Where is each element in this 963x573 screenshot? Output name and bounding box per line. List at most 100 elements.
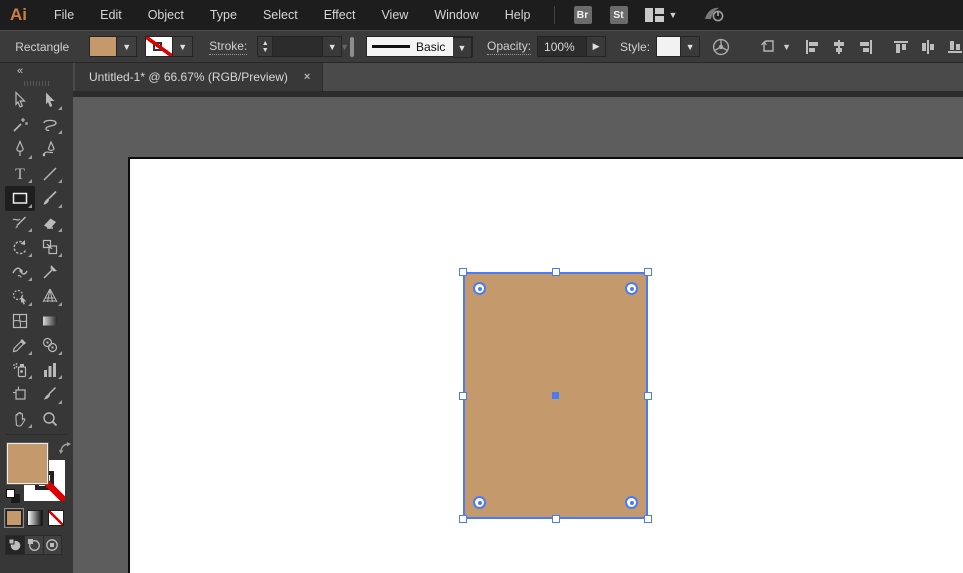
align-top-icon[interactable] [893, 39, 909, 55]
fill-color-dropdown[interactable]: ▼ [89, 36, 138, 57]
gpu-performance-button[interactable] [703, 5, 725, 26]
menu-file[interactable]: File [41, 0, 87, 30]
perspective-grid-tool-icon [42, 289, 58, 303]
handle-bottom-center[interactable] [551, 515, 560, 523]
paintbrush-tool[interactable] [35, 186, 65, 211]
handle-middle-left[interactable] [459, 391, 467, 400]
style-dropdown[interactable]: ▼ [656, 36, 701, 57]
handle-middle-right[interactable] [644, 391, 652, 400]
menu-type[interactable]: Type [197, 0, 250, 30]
lasso-tool[interactable] [35, 113, 65, 138]
magic-wand-tool[interactable] [5, 113, 35, 138]
handle-bottom-right[interactable] [644, 515, 652, 523]
document-tab-title: Untitled-1* @ 66.67% (RGB/Preview) [89, 70, 288, 84]
svg-text:T: T [15, 166, 25, 183]
symbol-sprayer-tool[interactable] [5, 358, 35, 383]
column-graph-tool[interactable] [35, 358, 65, 383]
align-bottom-icon[interactable] [947, 39, 963, 55]
swap-fill-stroke-button[interactable] [59, 442, 72, 460]
stroke-weight-stepper[interactable]: ▲ ▼ [257, 36, 274, 57]
fill-swatch[interactable] [90, 37, 118, 56]
direct-selection-tool[interactable] [35, 88, 65, 113]
slice-tool[interactable] [35, 382, 65, 407]
menu-object[interactable]: Object [135, 0, 197, 30]
shape-builder-tool[interactable] [5, 284, 35, 309]
puppet-warp-tool[interactable] [35, 260, 65, 285]
perspective-grid-tool[interactable] [35, 284, 65, 309]
corner-radius-widget-bottom-right[interactable] [625, 496, 638, 509]
recolor-artwork-button[interactable] [712, 38, 730, 56]
artboard-tool[interactable] [5, 382, 35, 407]
stroke-weight-field[interactable] [273, 36, 324, 57]
menu-items: File Edit Object Type Select Effect View Window… [41, 0, 544, 30]
mesh-tool[interactable] [5, 309, 35, 334]
workspace-switcher-icon [644, 8, 664, 22]
selected-rectangle[interactable] [459, 268, 652, 523]
gradient-button[interactable] [27, 510, 43, 526]
corner-radius-widget-top-left[interactable] [473, 282, 486, 295]
stroke-label[interactable]: Stroke: [209, 39, 248, 55]
eraser-tool[interactable] [35, 211, 65, 236]
handle-top-right[interactable] [644, 268, 652, 276]
pen-tool[interactable] [5, 137, 35, 162]
draw-inside-button[interactable] [42, 536, 61, 554]
center-point[interactable] [552, 392, 559, 399]
stroke-none-swatch[interactable] [146, 37, 174, 56]
rotate-tool[interactable] [5, 235, 35, 260]
canvas[interactable] [73, 97, 963, 573]
chevron-down-icon[interactable]: ▼ [453, 37, 473, 58]
width-tool[interactable] [5, 260, 35, 285]
gradient-tool[interactable] [35, 309, 65, 334]
opacity-label[interactable]: Opacity: [487, 39, 532, 55]
draw-behind-button[interactable] [24, 536, 43, 554]
corner-radius-widget-bottom-left[interactable] [473, 496, 486, 509]
rectangle-tool[interactable] [5, 186, 35, 211]
menu-window[interactable]: Window [421, 0, 491, 30]
zoom-tool[interactable] [35, 407, 65, 432]
align-right-icon[interactable] [858, 39, 874, 55]
style-swatch[interactable] [656, 36, 682, 57]
eyedropper-tool[interactable] [5, 333, 35, 358]
bridge-button[interactable]: Br [573, 6, 592, 24]
fill-proxy[interactable] [7, 443, 48, 484]
chevron-down-icon: ▼ [122, 41, 132, 52]
none-button[interactable] [48, 510, 64, 526]
chevron-right-icon[interactable]: ▶ [587, 36, 607, 57]
hand-tool[interactable] [5, 407, 35, 432]
menu-edit[interactable]: Edit [87, 0, 135, 30]
corner-radius-widget-top-right[interactable] [625, 282, 638, 295]
stock-button[interactable]: St [609, 6, 628, 24]
opacity-field[interactable]: 100% [537, 36, 588, 57]
line-segment-tool[interactable] [35, 162, 65, 187]
shaper-tool[interactable] [5, 211, 35, 236]
handle-top-center[interactable] [551, 268, 560, 276]
selection-tool[interactable] [5, 88, 35, 113]
menu-help[interactable]: Help [492, 0, 544, 30]
scale-tool[interactable] [35, 235, 65, 260]
draw-normal-button[interactable] [6, 536, 25, 554]
menu-select[interactable]: Select [250, 0, 311, 30]
close-tab-icon[interactable]: × [304, 71, 310, 83]
panel-separator [6, 434, 67, 435]
type-tool[interactable]: T [5, 162, 35, 187]
brush-definition-dropdown[interactable]: Basic ▼ [366, 36, 474, 58]
shape-properties-button[interactable]: ▼ [760, 38, 791, 55]
align-left-icon[interactable] [804, 39, 820, 55]
blend-tool[interactable] [35, 333, 65, 358]
align-center-icon[interactable] [831, 39, 847, 55]
menu-view[interactable]: View [368, 0, 421, 30]
default-fill-stroke-button[interactable] [6, 489, 20, 503]
align-middle-icon[interactable] [920, 39, 936, 55]
menu-effect[interactable]: Effect [311, 0, 369, 30]
handle-bottom-left[interactable] [459, 515, 467, 523]
stroke-color-dropdown[interactable]: ▼ [145, 36, 194, 57]
brush-name: Basic [416, 39, 446, 54]
color-button[interactable] [4, 508, 24, 528]
workspace-switcher[interactable]: ▼ [644, 8, 677, 22]
collapse-panel-button[interactable]: « [17, 65, 23, 77]
tools-panel-grip[interactable] [0, 78, 73, 88]
document-tab[interactable]: Untitled-1* @ 66.67% (RGB/Preview) × [75, 63, 324, 91]
handle-top-left[interactable] [459, 268, 467, 276]
chevron-down-icon[interactable]: ▼ [681, 36, 701, 57]
curvature-tool[interactable] [35, 137, 65, 162]
